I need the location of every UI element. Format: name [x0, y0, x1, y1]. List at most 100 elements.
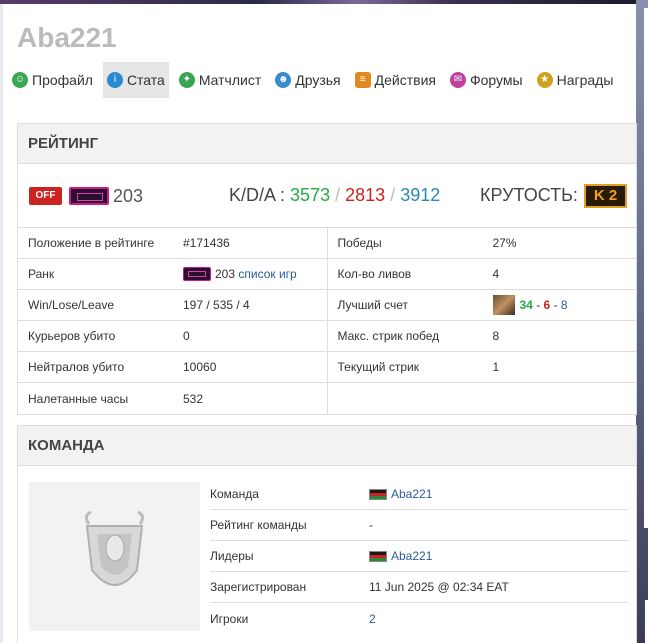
stat-label: Лучший счет [337, 298, 409, 312]
team-body: Команда Aba221 Рейтинг команды - Лидеры … [18, 466, 636, 643]
flag-icon [369, 488, 387, 500]
tab-label: Матчлист [198, 72, 262, 88]
krutost-label: КРУТОСТЬ: [480, 185, 578, 205]
team-row: Команда Aba221 [210, 479, 628, 510]
team-link[interactable]: Aba221 [391, 487, 432, 501]
team-label: Команда [210, 487, 259, 501]
assists-value: 3912 [400, 185, 441, 205]
score-dash: - [553, 298, 558, 312]
stat-value: 1 [492, 360, 500, 374]
tab-awards[interactable]: ★ Награды [533, 62, 618, 98]
table-row: Лучший счет 34 - 6 - 8 [327, 290, 637, 321]
team-label: Зарегистрирован [210, 580, 307, 594]
kda-summary: K/D/A : 3573 / 2813 / 3912 [229, 185, 440, 206]
matchlist-icon: ✦ [178, 72, 195, 88]
rating-stats-left: Положение в рейтинге #171436 Ранк 203 сп… [18, 228, 327, 414]
table-row: Текущий стрик 1 [327, 352, 636, 383]
team-label: Рейтинг команды [210, 518, 307, 532]
table-row: Win/Lose/Leave 197 / 535 / 4 [18, 290, 327, 321]
stat-value-rank: 203 список игр [183, 267, 327, 281]
stat-value: 4 [492, 267, 500, 281]
team-value: 11 Jun 2025 @ 02:34 EAT [369, 580, 509, 594]
team-row: Лидеры Aba221 [210, 541, 628, 572]
stat-value: 532 [183, 391, 204, 406]
stat-value: #171436 [183, 236, 230, 250]
rank-medal-icon [183, 267, 211, 281]
deaths-value: 2813 [345, 185, 386, 205]
team-panel: КОМАНДА Команда Aba221 Рейтинг команды -… [17, 425, 637, 643]
profile-nav: ☺ Профайл i Стата ✦ Матчлист ☻ Друзья ≡ … [8, 62, 623, 98]
stat-label: Макс. стрик побед [337, 329, 440, 343]
hero-portrait-icon[interactable] [492, 295, 515, 315]
rating-stats-grid: Положение в рейтинге #171436 Ранк 203 сп… [18, 228, 636, 414]
team-header: КОМАНДА [18, 426, 636, 466]
rating-panel: РЕЙТИНГ OFF 203 K/D/A : 3573 / 2813 / 39… [17, 123, 637, 415]
flag-icon [369, 550, 387, 562]
stat-label: Win/Lose/Leave [28, 298, 115, 312]
tab-label: Профайл [32, 72, 93, 88]
top-banner [0, 0, 648, 4]
rating-stats-right: Победы 27% Кол-во ливов 4 Лучший счет 34… [326, 228, 637, 414]
kda-label: K/D/A : [229, 185, 286, 205]
tab-label: Действия [374, 72, 436, 88]
tab-actions[interactable]: ≡ Действия [351, 62, 440, 98]
stats-icon: i [106, 72, 123, 88]
table-row: Налетанные часы 532 [18, 383, 327, 414]
table-row: Макс. стрик побед 8 [327, 321, 636, 352]
table-row: Положение в рейтинге #171436 [18, 228, 327, 259]
tab-label: Награды [556, 72, 614, 88]
stat-label: Курьеров убито [28, 329, 116, 343]
stat-label: Победы [337, 236, 382, 250]
team-label: Игроки [210, 611, 249, 626]
best-kills: 34 [519, 298, 533, 312]
players-count-link[interactable]: 2 [369, 612, 376, 626]
table-row: Победы 27% [327, 228, 636, 259]
stat-value: 27% [492, 236, 517, 250]
stat-label: Кол-во ливов [337, 267, 412, 281]
awards-icon: ★ [536, 72, 553, 88]
tab-matchlist[interactable]: ✦ Матчлист [175, 62, 265, 98]
table-row-empty [328, 383, 637, 414]
rank-number: 203 [215, 267, 236, 281]
left-background-strip [0, 4, 3, 643]
kills-value: 3573 [290, 185, 331, 205]
stat-value: 0 [183, 329, 190, 343]
team-value: - [369, 518, 373, 532]
team-row: Игроки 2 [210, 603, 628, 634]
match-list-link[interactable]: список игр [238, 267, 296, 281]
tab-stats[interactable]: i Стата [102, 62, 169, 98]
krutost-badge: K 2 [584, 184, 627, 208]
right-background-strip [636, 0, 648, 643]
stat-label: Положение в рейтинге [28, 236, 155, 250]
team-row: Рейтинг команды - [210, 510, 628, 541]
rating-header: РЕЙТИНГ [18, 124, 636, 164]
rating-summary: OFF 203 K/D/A : 3573 / 2813 / 3912 КРУТО… [18, 164, 636, 228]
player-name: Aba221 [17, 22, 117, 53]
status-badge: OFF [29, 187, 62, 205]
friends-icon: ☻ [275, 72, 292, 88]
tab-label: Друзья [295, 72, 341, 88]
tab-forums[interactable]: ✉ Форумы [446, 62, 527, 98]
stat-label: Налетанные часы [28, 391, 129, 406]
rank-value: 203 [113, 186, 144, 206]
team-logo [29, 482, 200, 631]
tab-label: Стата [126, 72, 165, 88]
leader-link[interactable]: Aba221 [391, 549, 432, 563]
score-dash: - [536, 298, 541, 312]
stat-value: 10060 [183, 360, 217, 374]
tab-profile[interactable]: ☺ Профайл [8, 62, 97, 98]
best-assists: 8 [560, 298, 568, 312]
best-score: 34 - 6 - 8 [492, 295, 637, 315]
stat-label: Нейтралов убито [28, 360, 125, 374]
table-row: Курьеров убито 0 [18, 321, 327, 352]
stat-value: 8 [492, 329, 500, 343]
tab-friends[interactable]: ☻ Друзья [271, 62, 344, 98]
table-row: Ранк 203 список игр [18, 259, 327, 290]
rank-medal-icon [69, 187, 109, 205]
actions-icon: ≡ [354, 72, 371, 88]
profile-icon: ☺ [12, 72, 28, 88]
stat-label: Текущий стрик [337, 360, 419, 374]
team-crest-icon [84, 510, 145, 586]
kda-separator: / [390, 185, 396, 205]
stat-label: Ранк [28, 267, 55, 281]
